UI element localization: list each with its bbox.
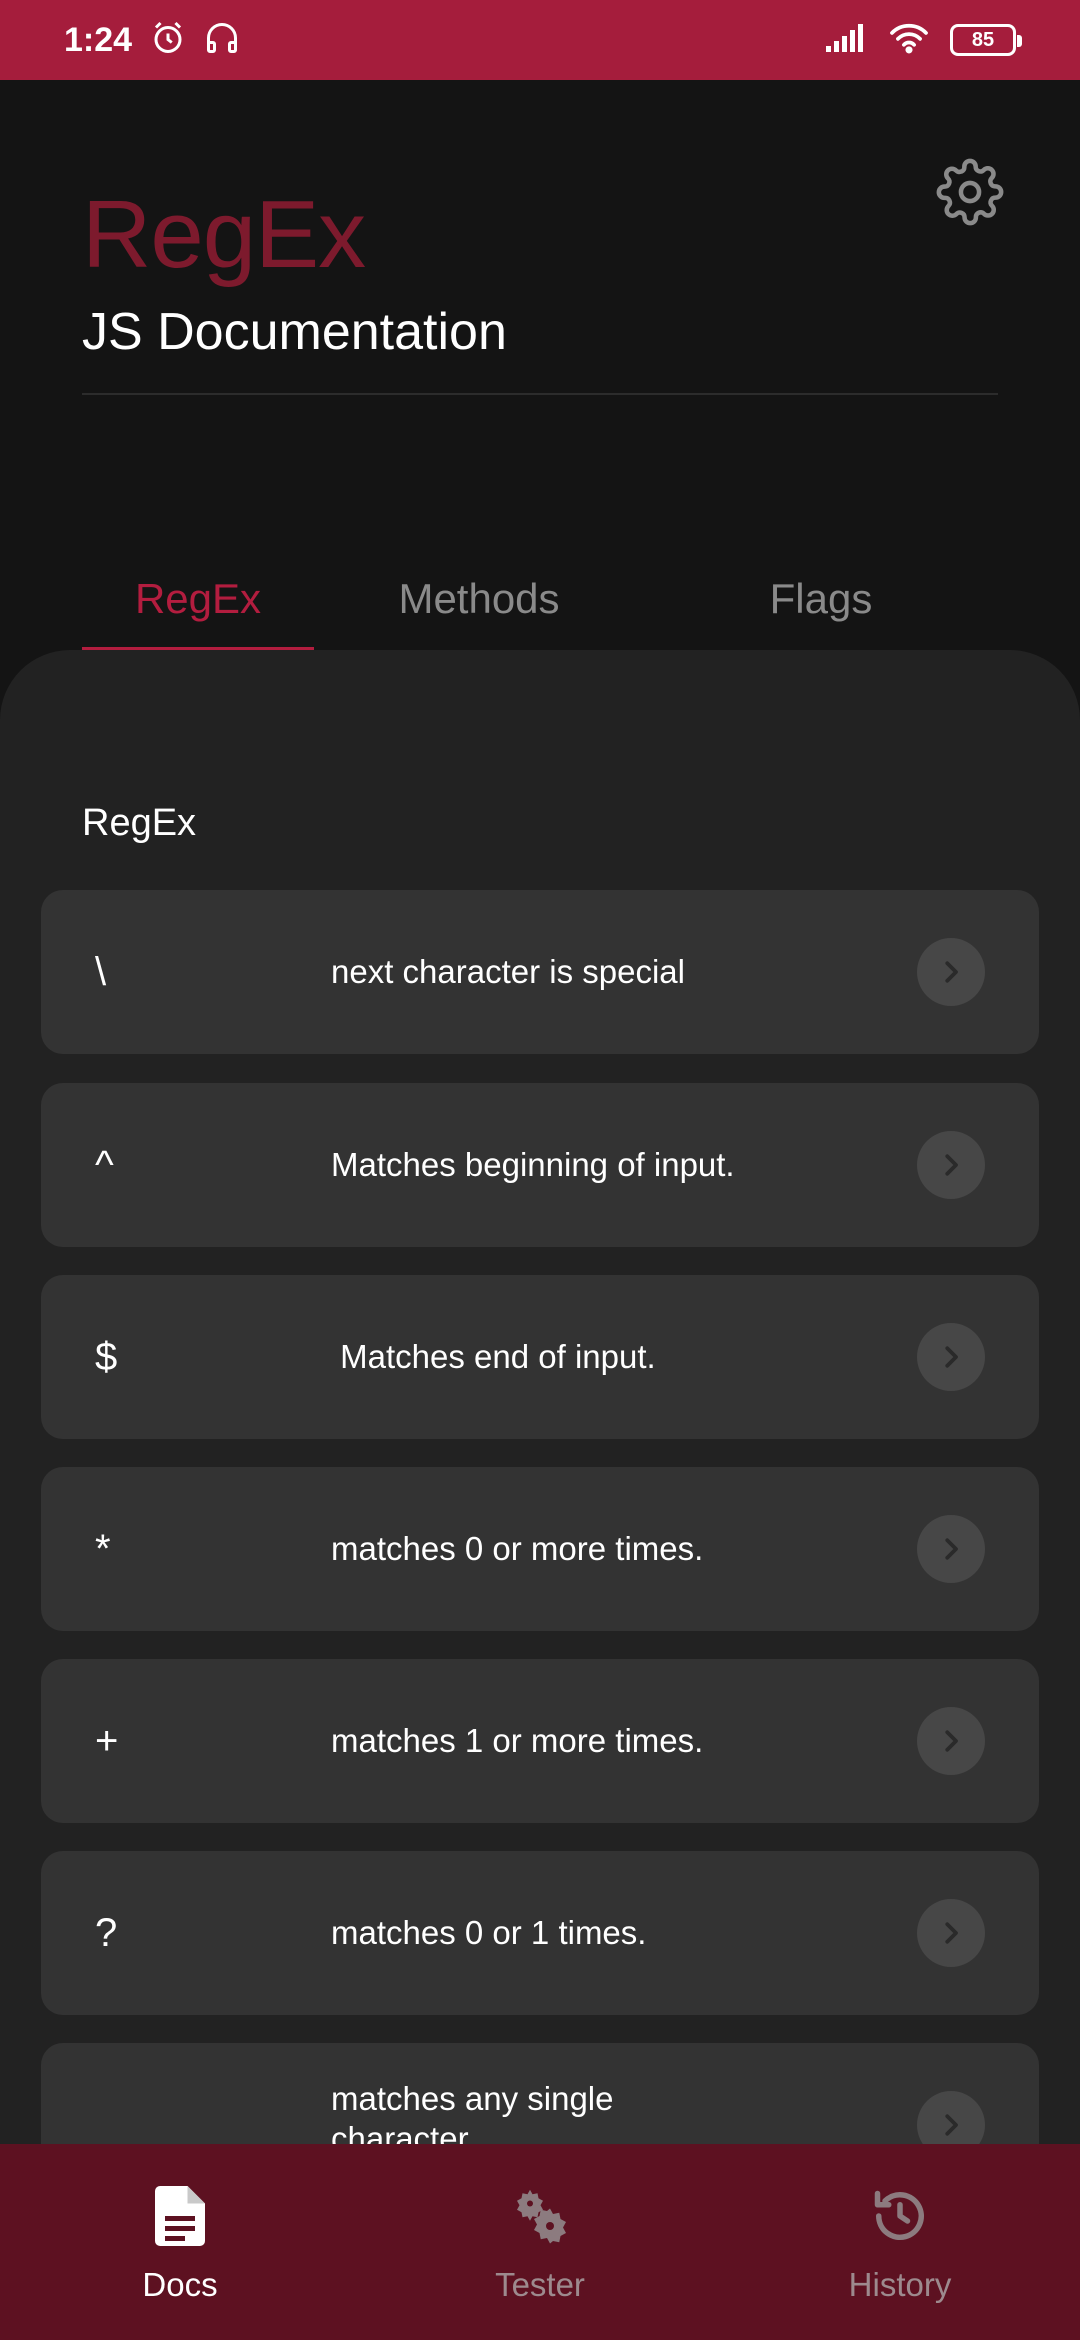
item-symbol: \ [95,949,107,994]
nav-history[interactable]: History [720,2144,1080,2340]
item-symbol: . [95,2122,107,2144]
item-symbol: ^ [95,1142,114,1187]
list-item[interactable]: ^ Matches beginning of input. [41,1083,1039,1247]
item-symbol: * [95,1526,111,1571]
tab-bar: RegEx Methods Flags [82,548,998,650]
nav-docs[interactable]: Docs [0,2144,360,2340]
chevron-right-icon[interactable] [917,1707,985,1775]
app-subtitle: JS Documentation [82,303,507,361]
item-description: matches 0 or more times. [331,1530,704,1567]
tab-regex[interactable]: RegEx [82,548,314,650]
document-icon [148,2184,212,2248]
chevron-right-icon[interactable] [917,2091,985,2144]
content-sheet: RegEx \ next character is special ^ Matc… [0,650,1080,2144]
headphones-icon [204,20,240,61]
app-title: RegEx [82,181,366,288]
item-description: matches 1 or more times. [331,1722,704,1759]
item-description: next character is special [331,953,685,990]
history-icon [868,2184,932,2248]
nav-label: Docs [142,2266,218,2303]
status-left: 1:24 [64,20,240,61]
header-divider [82,393,998,395]
list-item[interactable]: . matches any single character [41,2043,1039,2144]
item-description: Matches beginning of input. [331,1146,735,1183]
list-item[interactable]: $ Matches end of input. [41,1275,1039,1439]
chevron-right-icon[interactable] [917,1515,985,1583]
signal-icon [824,22,868,59]
chevron-right-icon[interactable] [917,938,985,1006]
item-symbol: $ [95,1334,118,1379]
chevron-right-icon[interactable] [917,1899,985,1967]
item-symbol: ? [95,1910,118,1955]
bottom-nav: Docs Tester History [0,2144,1080,2340]
battery-indicator: 85 [950,24,1022,56]
wifi-icon [888,21,930,60]
list-item[interactable]: * matches 0 or more times. [41,1467,1039,1631]
nav-label: Tester [495,2266,585,2303]
tab-methods[interactable]: Methods [314,548,644,650]
nav-label: History [848,2266,952,2303]
chevron-right-icon[interactable] [917,1323,985,1391]
list-item[interactable]: + matches 1 or more times. [41,1659,1039,1823]
chevron-right-icon[interactable] [917,1131,985,1199]
alarm-icon [150,20,186,61]
gears-icon [508,2184,572,2248]
status-right: 85 [824,21,1022,60]
item-description: Matches end of input. [331,1338,656,1375]
item-symbol: + [95,1718,119,1763]
list-item[interactable]: \ next character is special [41,890,1039,1054]
nav-tester[interactable]: Tester [360,2144,720,2340]
tab-flags[interactable]: Flags [644,548,998,650]
status-time: 1:24 [64,20,133,59]
status-bar: 1:24 85 [0,0,1080,80]
item-description: matches any single character [331,2080,614,2144]
list-item[interactable]: ? matches 0 or 1 times. [41,1851,1039,2015]
section-label: RegEx [82,802,197,844]
settings-button[interactable] [930,154,1010,234]
gear-icon [936,158,1004,231]
item-description: matches 0 or 1 times. [331,1914,647,1951]
